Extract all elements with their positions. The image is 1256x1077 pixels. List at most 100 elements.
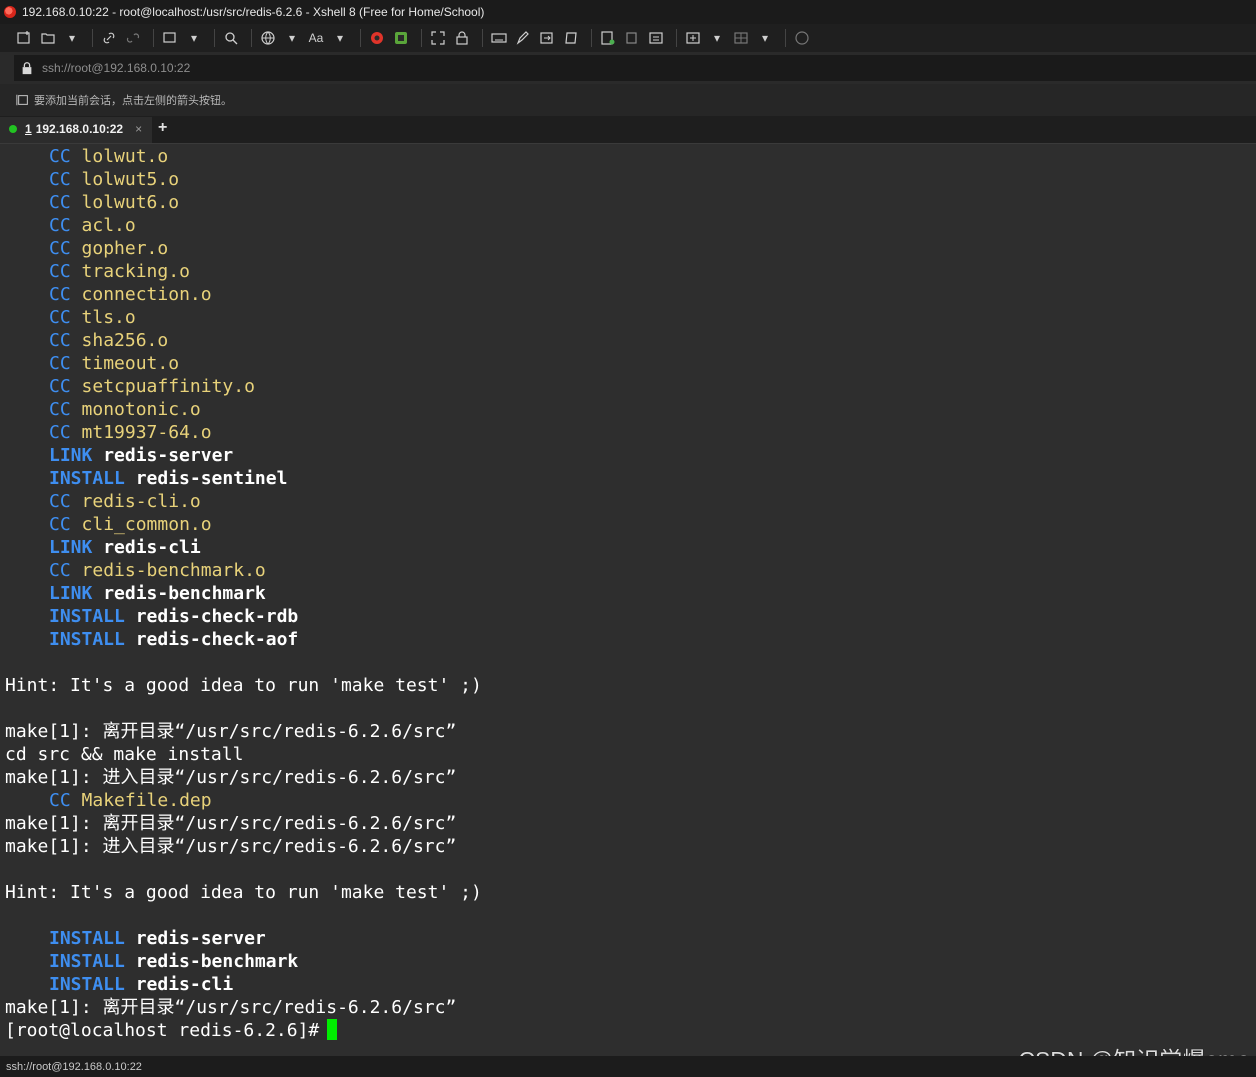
paste-icon[interactable]: [646, 28, 666, 48]
toolbar-divider: [92, 29, 93, 47]
unlink-icon[interactable]: [123, 28, 143, 48]
build-step-keyword: CC: [49, 330, 71, 351]
link-icon[interactable]: [99, 28, 119, 48]
dropdown-arrow-icon[interactable]: ▾: [707, 28, 727, 48]
terminal-line: Hint: It's a good idea to run 'make test…: [0, 881, 1256, 904]
build-target: sha256.o: [81, 330, 169, 351]
terminal-line: CC monotonic.o: [0, 398, 1256, 421]
build-step-keyword: CC: [49, 491, 71, 512]
build-target: redis-server: [135, 928, 266, 949]
toolbar-divider: [251, 29, 252, 47]
xftp-icon[interactable]: [391, 28, 411, 48]
new-session-icon[interactable]: [14, 28, 34, 48]
terminal-line: CC acl.o: [0, 214, 1256, 237]
tab-number: 1: [25, 122, 32, 136]
build-target: lolwut5.o: [81, 169, 180, 190]
session-tab[interactable]: 1 192.168.0.10:22 ×: [0, 117, 152, 143]
globe-icon[interactable]: [258, 28, 278, 48]
connected-status-icon: [9, 125, 17, 133]
build-step-keyword: CC: [49, 790, 71, 811]
build-target: redis-check-rdb: [135, 606, 299, 627]
build-step-keyword: CC: [49, 146, 71, 167]
terminal-line: INSTALL redis-benchmark: [0, 950, 1256, 973]
font-button[interactable]: Aa: [306, 28, 326, 48]
build-target: redis-server: [103, 445, 234, 466]
copy-icon[interactable]: [622, 28, 642, 48]
toolbar-divider: [153, 29, 154, 47]
session-bar-icon[interactable]: [16, 93, 30, 107]
build-target: monotonic.o: [81, 399, 201, 420]
terminal-line: INSTALL redis-cli: [0, 973, 1256, 996]
log-icon[interactable]: [598, 28, 618, 48]
terminal-line: CC sha256.o: [0, 329, 1256, 352]
build-target: cli_common.o: [81, 514, 212, 535]
terminal-line: CC redis-benchmark.o: [0, 559, 1256, 582]
help-icon[interactable]: [792, 28, 812, 48]
terminal-line: make[1]: 进入目录“/usr/src/redis-6.2.6/src”: [0, 766, 1256, 789]
terminal-line: Hint: It's a good idea to run 'make test…: [0, 674, 1256, 697]
build-target: redis-benchmark: [135, 951, 299, 972]
build-step-keyword: INSTALL: [49, 606, 125, 627]
dropdown-arrow-icon[interactable]: ▾: [184, 28, 204, 48]
add-tab-icon[interactable]: [683, 28, 703, 48]
terminal-line: CC tls.o: [0, 306, 1256, 329]
build-target: lolwut6.o: [81, 192, 180, 213]
terminal-line: cd src && make install: [0, 743, 1256, 766]
terminal-line: INSTALL redis-check-aof: [0, 628, 1256, 651]
build-step-keyword: CC: [49, 215, 71, 236]
search-icon[interactable]: [221, 28, 241, 48]
transfer-icon[interactable]: [537, 28, 557, 48]
address-field[interactable]: ssh://root@192.168.0.10:22: [14, 55, 1256, 81]
terminal-line: CC lolwut.o: [0, 145, 1256, 168]
terminal-line: INSTALL redis-check-rdb: [0, 605, 1256, 628]
session-notice-text: 要添加当前会话，点击左侧的箭头按钮。: [34, 95, 232, 107]
build-step-keyword: LINK: [49, 445, 93, 466]
terminal-line: CC timeout.o: [0, 352, 1256, 375]
address-text: ssh://root@192.168.0.10:22: [42, 61, 191, 75]
shell-prompt-line[interactable]: [root@localhost redis-6.2.6]#: [0, 1019, 1256, 1042]
xshell-app-icon[interactable]: [4, 6, 16, 18]
status-connection-text: ssh://root@192.168.0.10:22: [6, 1060, 142, 1073]
lock-icon: [22, 62, 32, 75]
build-step-keyword: CC: [49, 422, 71, 443]
terminal-line: CC Makefile.dep: [0, 789, 1256, 812]
output-text: cd src && make install: [5, 744, 244, 765]
terminal-line: make[1]: 离开目录“/usr/src/redis-6.2.6/src”: [0, 720, 1256, 743]
dropdown-arrow-icon[interactable]: ▾: [330, 28, 350, 48]
output-text: Hint: It's a good idea to run 'make test…: [5, 675, 482, 696]
terminal-line: CC lolwut6.o: [0, 191, 1256, 214]
build-target: acl.o: [81, 215, 136, 236]
build-step-keyword: LINK: [49, 537, 93, 558]
terminal-output[interactable]: CC lolwut.o CC lolwut5.o CC lolwut6.o CC ac…: [0, 145, 1256, 1056]
output-text: make[1]: 离开目录“/usr/src/redis-6.2.6/src”: [5, 813, 457, 834]
dropdown-arrow-icon[interactable]: ▾: [755, 28, 775, 48]
compose-icon[interactable]: [513, 28, 533, 48]
new-window-icon[interactable]: [160, 28, 180, 48]
toolbar-divider: [785, 29, 786, 47]
xshell-icon[interactable]: [367, 28, 387, 48]
build-target: redis-check-aof: [135, 629, 299, 650]
build-target: redis-cli: [103, 537, 201, 558]
toolbar-divider: [360, 29, 361, 47]
build-step-keyword: INSTALL: [49, 974, 125, 995]
new-tab-button[interactable]: +: [158, 119, 167, 137]
keyboard-icon[interactable]: [489, 28, 509, 48]
build-target: Makefile.dep: [81, 790, 212, 811]
layout-icon[interactable]: [731, 28, 751, 48]
build-step-keyword: INSTALL: [49, 928, 125, 949]
script-icon[interactable]: [561, 28, 581, 48]
terminal-line: make[1]: 离开目录“/usr/src/redis-6.2.6/src”: [0, 812, 1256, 835]
build-step-keyword: CC: [49, 192, 71, 213]
dropdown-arrow-icon[interactable]: ▾: [282, 28, 302, 48]
dropdown-arrow-icon[interactable]: ▾: [62, 28, 82, 48]
terminal-line: INSTALL redis-server: [0, 927, 1256, 950]
status-bar: ssh://root@192.168.0.10:22: [0, 1056, 1256, 1077]
fullscreen-icon[interactable]: [428, 28, 448, 48]
lock-icon[interactable]: [452, 28, 472, 48]
open-folder-icon[interactable]: [38, 28, 58, 48]
close-tab-icon[interactable]: ×: [135, 122, 142, 136]
terminal-line: CC tracking.o: [0, 260, 1256, 283]
terminal-line: LINK redis-cli: [0, 536, 1256, 559]
build-target: setcpuaffinity.o: [81, 376, 255, 397]
